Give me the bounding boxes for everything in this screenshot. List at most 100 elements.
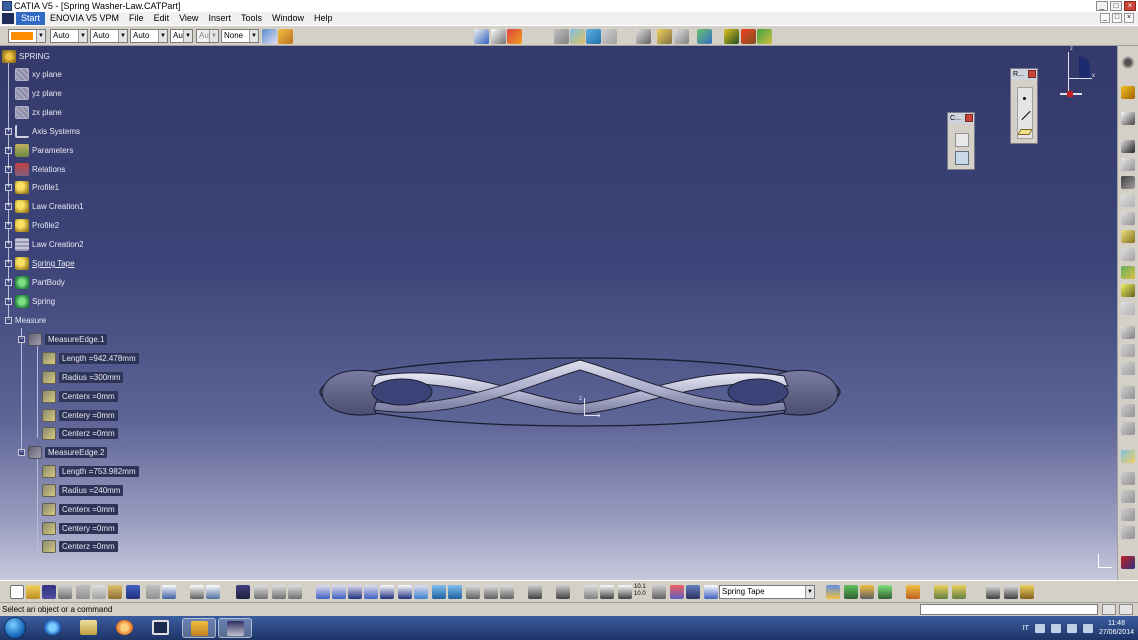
tree-item-xy-plane[interactable]: xy plane <box>15 68 62 81</box>
menu-start[interactable]: Start <box>16 12 46 25</box>
chevron-down-icon[interactable]: ▼ <box>183 30 192 42</box>
cut-icon[interactable] <box>76 585 90 599</box>
sweep-icon[interactable] <box>1121 248 1135 261</box>
tree-root[interactable]: SPRING <box>2 50 50 63</box>
fill-icon[interactable] <box>570 29 585 44</box>
catia-logo-icon[interactable] <box>2 13 14 24</box>
select-icon[interactable] <box>1121 86 1135 99</box>
measure-value[interactable]: Centery =0mm <box>42 409 118 422</box>
tree-item-partbody[interactable]: PartBody <box>15 276 65 289</box>
globe-icon[interactable] <box>600 585 614 599</box>
expand-toggle[interactable]: + <box>5 241 12 248</box>
work-object-icon[interactable] <box>704 585 718 599</box>
zoom-out-icon[interactable] <box>398 585 412 599</box>
collapse-toggle[interactable]: − <box>5 317 12 324</box>
translate-icon[interactable] <box>1121 404 1135 417</box>
analysis-icon[interactable] <box>697 29 712 44</box>
reorder-icon[interactable] <box>860 585 874 599</box>
taskbar-catia[interactable] <box>218 618 252 638</box>
measure-value[interactable]: Radius =300mm <box>42 371 124 384</box>
transparency-select[interactable]: Auto ▼ <box>50 29 88 43</box>
chevron-down-icon[interactable]: ▼ <box>158 30 167 42</box>
formula-icon[interactable] <box>190 585 204 599</box>
measure-item-icon[interactable] <box>657 29 672 44</box>
tree-item-measure[interactable]: Measure <box>15 316 46 325</box>
flag-icon[interactable] <box>1050 623 1061 633</box>
zoom-in-icon[interactable] <box>380 585 394 599</box>
menu-enovia[interactable]: ENOVIA V5 VPM <box>45 12 124 25</box>
rotate-view-icon[interactable] <box>364 585 378 599</box>
import-icon[interactable] <box>1004 585 1018 599</box>
expand-toggle[interactable]: + <box>5 128 12 135</box>
normal-view-icon[interactable] <box>414 585 428 599</box>
measure-between-icon[interactable] <box>636 29 651 44</box>
clock[interactable]: 11:48 27/06/2014 <box>1099 619 1134 637</box>
knowledge-icon[interactable] <box>724 29 739 44</box>
extrude-icon[interactable] <box>1121 230 1135 243</box>
apply-material-icon[interactable] <box>474 29 489 44</box>
multi-view-icon[interactable] <box>432 585 446 599</box>
panel-header[interactable]: C... <box>948 113 974 124</box>
axis-icon[interactable] <box>1121 526 1135 539</box>
trim-icon[interactable] <box>1121 344 1135 357</box>
expand-toggle[interactable]: + <box>5 298 12 305</box>
expand-toggle[interactable]: + <box>5 147 12 154</box>
save-icon[interactable] <box>42 585 56 599</box>
paintbrush-icon[interactable] <box>278 29 293 44</box>
help-icon[interactable] <box>162 585 176 599</box>
open-icon[interactable] <box>26 585 40 599</box>
panel-header[interactable]: R... <box>1011 69 1037 80</box>
taskbar-desktop[interactable] <box>144 618 178 638</box>
sketcher-icon[interactable] <box>1121 112 1135 125</box>
menu-edit[interactable]: Edit <box>149 12 175 25</box>
point-icon[interactable] <box>1121 140 1135 153</box>
tree-item-profile2[interactable]: Profile2 <box>15 219 59 232</box>
tree-item-measureedge-1[interactable]: MeasureEdge.1 <box>28 333 108 346</box>
camera-icon[interactable] <box>556 585 570 599</box>
sketch-analysis-icon[interactable] <box>288 585 302 599</box>
menu-window[interactable]: Window <box>267 12 309 25</box>
sketch-operation-icon[interactable] <box>955 151 969 165</box>
near-icon[interactable] <box>1121 508 1135 521</box>
menu-help[interactable]: Help <box>309 12 338 25</box>
measure-value[interactable]: Centerx =0mm <box>42 503 118 516</box>
formula-icon[interactable] <box>741 29 756 44</box>
doc-minimize-button[interactable]: _ <box>1100 13 1110 23</box>
taskbar-explorer[interactable] <box>72 618 106 638</box>
split-icon[interactable] <box>1121 326 1135 339</box>
expand-toggle[interactable]: + <box>5 279 12 286</box>
apply-icon[interactable] <box>826 585 840 599</box>
pattern-icon[interactable] <box>1121 450 1135 463</box>
scan-icon[interactable] <box>906 585 920 599</box>
measure-value[interactable]: Centerx =0mm <box>42 390 118 403</box>
chevron-down-icon[interactable]: ▼ <box>78 30 87 42</box>
taskbar-media-player[interactable] <box>108 618 142 638</box>
doc-restore-button[interactable]: □ <box>1112 13 1122 23</box>
command-stop-button[interactable] <box>1102 604 1116 615</box>
chevron-down-icon[interactable]: ▼ <box>805 586 814 598</box>
hybrid-icon[interactable] <box>844 585 858 599</box>
hide-show-icon[interactable] <box>484 585 498 599</box>
close-icon[interactable] <box>965 114 973 122</box>
print-icon[interactable] <box>58 585 72 599</box>
collapse-toggle[interactable]: − <box>18 449 25 456</box>
tree-item-spring[interactable]: Spring <box>15 295 55 308</box>
catalog-icon[interactable] <box>507 29 522 44</box>
iso-view-icon[interactable] <box>448 585 462 599</box>
new-icon[interactable] <box>10 585 24 599</box>
measure-inertia-icon[interactable] <box>674 29 689 44</box>
floating-toolbar-r[interactable]: R... <box>1010 68 1038 144</box>
redo-icon[interactable] <box>146 585 160 599</box>
command-input[interactable] <box>920 604 1098 615</box>
taskbar-app[interactable] <box>182 618 216 638</box>
expand-toggle[interactable]: + <box>5 184 12 191</box>
network-icon[interactable] <box>1066 623 1077 633</box>
pan-icon[interactable] <box>348 585 362 599</box>
fly-mode-icon[interactable] <box>316 585 330 599</box>
spline-icon[interactable] <box>1121 176 1135 189</box>
current-feature-select[interactable]: Spring Tape ▼ <box>719 585 815 599</box>
undo-icon[interactable] <box>126 585 140 599</box>
tree-item-spring-tape[interactable]: Spring Tape <box>15 257 75 270</box>
tree-item-zx-plane[interactable]: zx plane <box>15 106 62 119</box>
menu-file[interactable]: File <box>124 12 149 25</box>
